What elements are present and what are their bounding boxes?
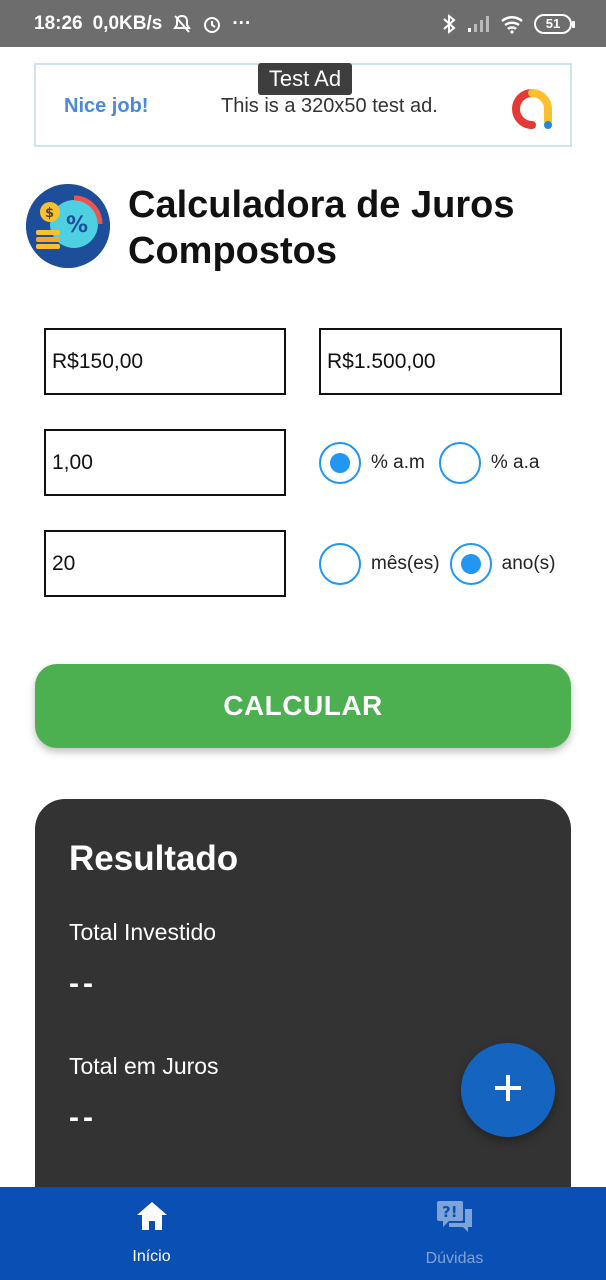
questions-chat-icon: ?! [435,1199,475,1240]
add-fab-button[interactable] [461,1043,555,1137]
period-field[interactable]: 20 [44,530,286,597]
interest-rate-field[interactable]: 1,00 [44,429,286,496]
total-invested-value: -- [69,967,97,1000]
ad-banner[interactable]: Test Ad Nice job! This is a 320x50 test … [34,63,572,147]
ad-nice-job: Nice job! [64,95,149,117]
admob-logo-icon [510,87,554,131]
ad-text: This is a 320x50 test ad. [221,95,438,117]
period-unit-group: mês(es) ano(s) [319,543,555,585]
nav-label-duvidas: Dúvidas [425,1250,484,1267]
battery-icon: 51 [534,13,575,34]
rate-monthly-label: % a.m [371,452,425,473]
rate-yearly-radio[interactable] [438,442,481,484]
page-title: Calculadora de Juros Compostos [128,184,515,272]
rate-monthly-radio[interactable] [319,442,361,484]
period-months-radio[interactable] [319,543,361,585]
nav-label-inicio: Início [132,1248,171,1265]
status-bar: 18:26 0,0KB/s ··· 51 [0,0,606,47]
monthly-value-field[interactable]: R$150,00 [44,328,286,395]
nav-item-inicio[interactable]: Início [0,1187,303,1280]
alarm-icon [202,14,222,34]
calculate-button[interactable]: CALCULAR [35,664,571,748]
radio-selected-dot [330,453,350,473]
wifi-icon [500,14,524,34]
period-years-label: ano(s) [501,553,556,574]
period-years-radio[interactable] [449,543,492,585]
rate-period-group: % a.m % a.a [319,442,539,484]
svg-text:?!: ?! [442,1203,458,1221]
home-icon [134,1199,170,1238]
status-more-dots: ··· [232,12,252,34]
bottom-navigation: Início ?! Dúvidas [0,1187,606,1280]
svg-text:%: % [66,213,88,238]
status-speed: 0,0KB/s [92,12,163,34]
app-screen: 18:26 0,0KB/s ··· 51 Test Ad Nice job! T… [0,0,606,1280]
nav-item-duvidas[interactable]: ?! Dúvidas [303,1187,606,1280]
result-title: Resultado [69,839,239,878]
mute-bell-icon [172,14,192,34]
radio-selected-dot [460,554,481,574]
initial-value-field[interactable]: R$1.500,00 [319,328,562,395]
app-logo-icon: % $ [26,184,110,268]
bluetooth-icon [442,13,456,34]
period-months-label: mês(es) [371,553,440,574]
signal-icon [466,14,490,34]
ad-tag: Test Ad [258,63,352,95]
battery-level: 51 [545,16,561,31]
result-card: Resultado Total Investido -- Total em Ju… [35,799,571,1219]
rate-yearly-label: % a.a [490,452,540,473]
total-interest-value: -- [69,1101,97,1134]
svg-text:$: $ [45,206,54,221]
status-time: 18:26 [34,12,83,34]
plus-icon [493,1073,523,1108]
total-interest-label: Total em Juros [69,1053,219,1079]
total-invested-label: Total Investido [69,919,217,945]
